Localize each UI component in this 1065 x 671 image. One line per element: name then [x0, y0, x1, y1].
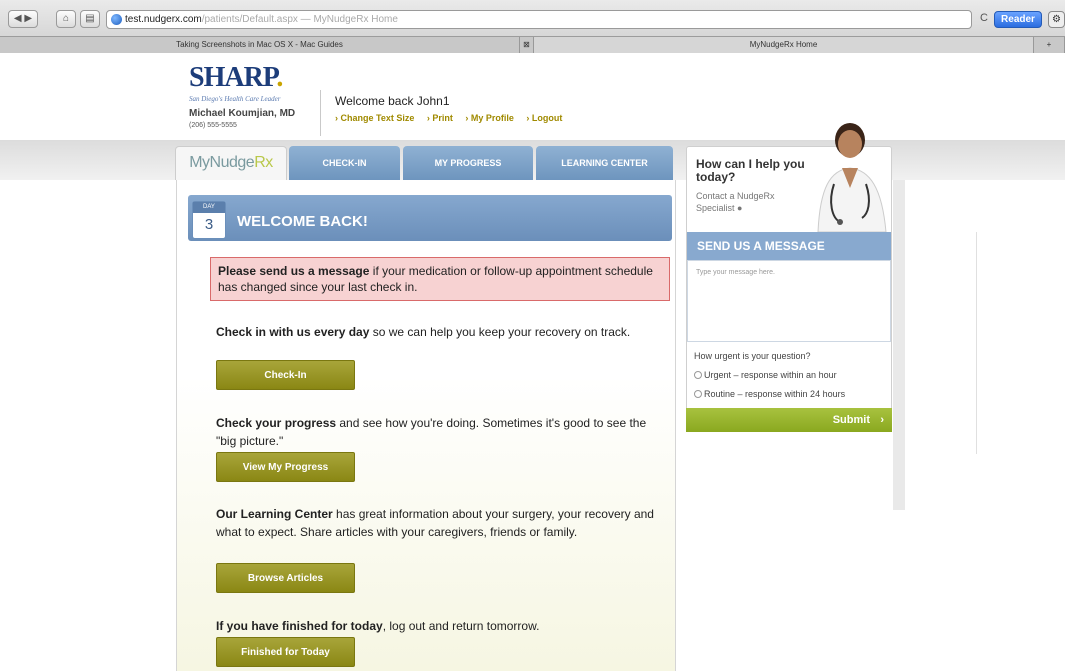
finished-text: If you have finished for today, log out …	[216, 617, 666, 635]
checkin-bold: Check in with us every day	[216, 325, 370, 339]
alert-message: Please send us a message if your medicat…	[210, 257, 670, 301]
routine-label: Routine – response within 24 hours	[704, 389, 846, 399]
welcome-message: Welcome back John1	[335, 94, 450, 108]
browser-toolbar: ◀ ▶ ⌂ ▤ test.nudgerx.com/patients/Defaul…	[0, 8, 1065, 32]
routine-option[interactable]: Routine – response within 24 hours	[694, 389, 845, 399]
bookmarks-icon[interactable]: ▤	[80, 10, 100, 28]
welcome-title: WELCOME BACK!	[237, 213, 368, 230]
checkin-rest: so we can help you keep your recovery on…	[369, 325, 631, 339]
chevron-right-icon: ›	[880, 414, 884, 426]
learning-bold: Our Learning Center	[216, 507, 333, 521]
view-my-progress-button[interactable]: View My Progress	[216, 452, 355, 482]
learning-text: Our Learning Center has great informatio…	[216, 505, 666, 541]
finished-for-today-button[interactable]: Finished for Today	[216, 637, 355, 667]
progress-text: Check your progress and see how you're d…	[216, 414, 666, 450]
finished-rest: , log out and return tomorrow.	[382, 619, 540, 633]
reader-button[interactable]: Reader	[994, 11, 1042, 28]
back-forward-buttons[interactable]: ◀ ▶	[8, 10, 38, 28]
tab-check-in[interactable]: CHECK-IN	[289, 146, 400, 180]
contact-specialist-link[interactable]: Contact a NudgeRx Specialist ●	[696, 190, 786, 214]
background-block	[893, 180, 905, 510]
browser-tab-active[interactable]: MyNudgeRx Home	[534, 37, 1034, 53]
doctor-phone: (206) 555-5555	[189, 122, 237, 129]
urgent-label: Urgent – response within an hour	[704, 370, 837, 380]
background-block-right	[976, 232, 1065, 454]
logout-link[interactable]: › Logout	[526, 113, 562, 123]
tab-mynudgerx[interactable]: MyNudgeRx	[175, 146, 287, 180]
send-message-header: SEND US A MESSAGE	[687, 232, 891, 260]
tab-home-suffix: Rx	[254, 154, 273, 171]
progress-bold: Check your progress	[216, 416, 337, 430]
submit-label: Submit	[832, 414, 870, 426]
logo-tagline: San Diego's Health Care Leader	[189, 95, 281, 103]
help-title: How can I help you today?	[696, 157, 805, 184]
tab-close-icon[interactable]: ⊠	[520, 37, 534, 53]
doctor-name: Michael Koumjian, MD	[189, 108, 296, 119]
browser-tab[interactable]: Taking Screenshots in Mac OS X - Mac Gui…	[0, 37, 520, 53]
print-link[interactable]: › Print	[427, 113, 453, 123]
finished-bold: If you have finished for today	[216, 619, 383, 633]
contact-text: Contact a NudgeRx Specialist	[696, 191, 775, 213]
change-text-size-link[interactable]: › Change Text Size	[335, 113, 414, 123]
browse-articles-button[interactable]: Browse Articles	[216, 563, 355, 593]
tab-home-prefix: MyNudge	[189, 154, 255, 171]
globe-icon	[111, 14, 122, 25]
urgent-option[interactable]: Urgent – response within an hour	[694, 370, 837, 380]
day-label: DAY	[193, 202, 225, 213]
alert-bold[interactable]: Please send us a message	[218, 264, 369, 278]
day-number: 3	[204, 216, 214, 233]
extensions-icon[interactable]: ⚙	[1048, 11, 1065, 28]
address-bar[interactable]: test.nudgerx.com/patients/Default.aspx —…	[106, 10, 972, 29]
new-tab-button[interactable]: +	[1034, 37, 1065, 53]
logo-dot: .	[276, 62, 283, 93]
checkin-text: Check in with us every day so we can hel…	[216, 323, 666, 341]
message-textarea[interactable]: Type your message here.	[687, 260, 891, 342]
urgency-question: How urgent is your question?	[694, 351, 811, 361]
url-host: test.nudgerx.com	[125, 14, 202, 25]
tab-my-progress[interactable]: MY PROGRESS	[403, 146, 533, 180]
arrow-circle-icon: ●	[737, 203, 743, 213]
check-in-button[interactable]: Check-In	[216, 360, 355, 390]
tab-learning-center[interactable]: LEARNING CENTER	[536, 146, 673, 180]
header-divider	[320, 90, 321, 136]
logo-text: SHARP	[189, 62, 277, 93]
day-calendar-icon: DAY 3	[192, 201, 226, 239]
header-links: › Change Text Size › Print › My Profile …	[335, 113, 572, 123]
nurse-photo	[817, 123, 887, 232]
reload-icon[interactable]: C	[980, 12, 988, 24]
url-path: /patients/Default.aspx — MyNudgeRx Home	[201, 14, 398, 25]
sharp-logo[interactable]: SHARP.	[189, 62, 283, 94]
my-profile-link[interactable]: › My Profile	[465, 113, 514, 123]
browser-chrome: ◀ ▶ ⌂ ▤ test.nudgerx.com/patients/Defaul…	[0, 0, 1065, 53]
submit-button[interactable]: Submit ›	[686, 408, 892, 432]
urgent-radio[interactable]	[694, 371, 702, 379]
routine-radio[interactable]	[694, 390, 702, 398]
browser-tabs: Taking Screenshots in Mac OS X - Mac Gui…	[0, 36, 1065, 53]
home-icon[interactable]: ⌂	[56, 10, 76, 28]
